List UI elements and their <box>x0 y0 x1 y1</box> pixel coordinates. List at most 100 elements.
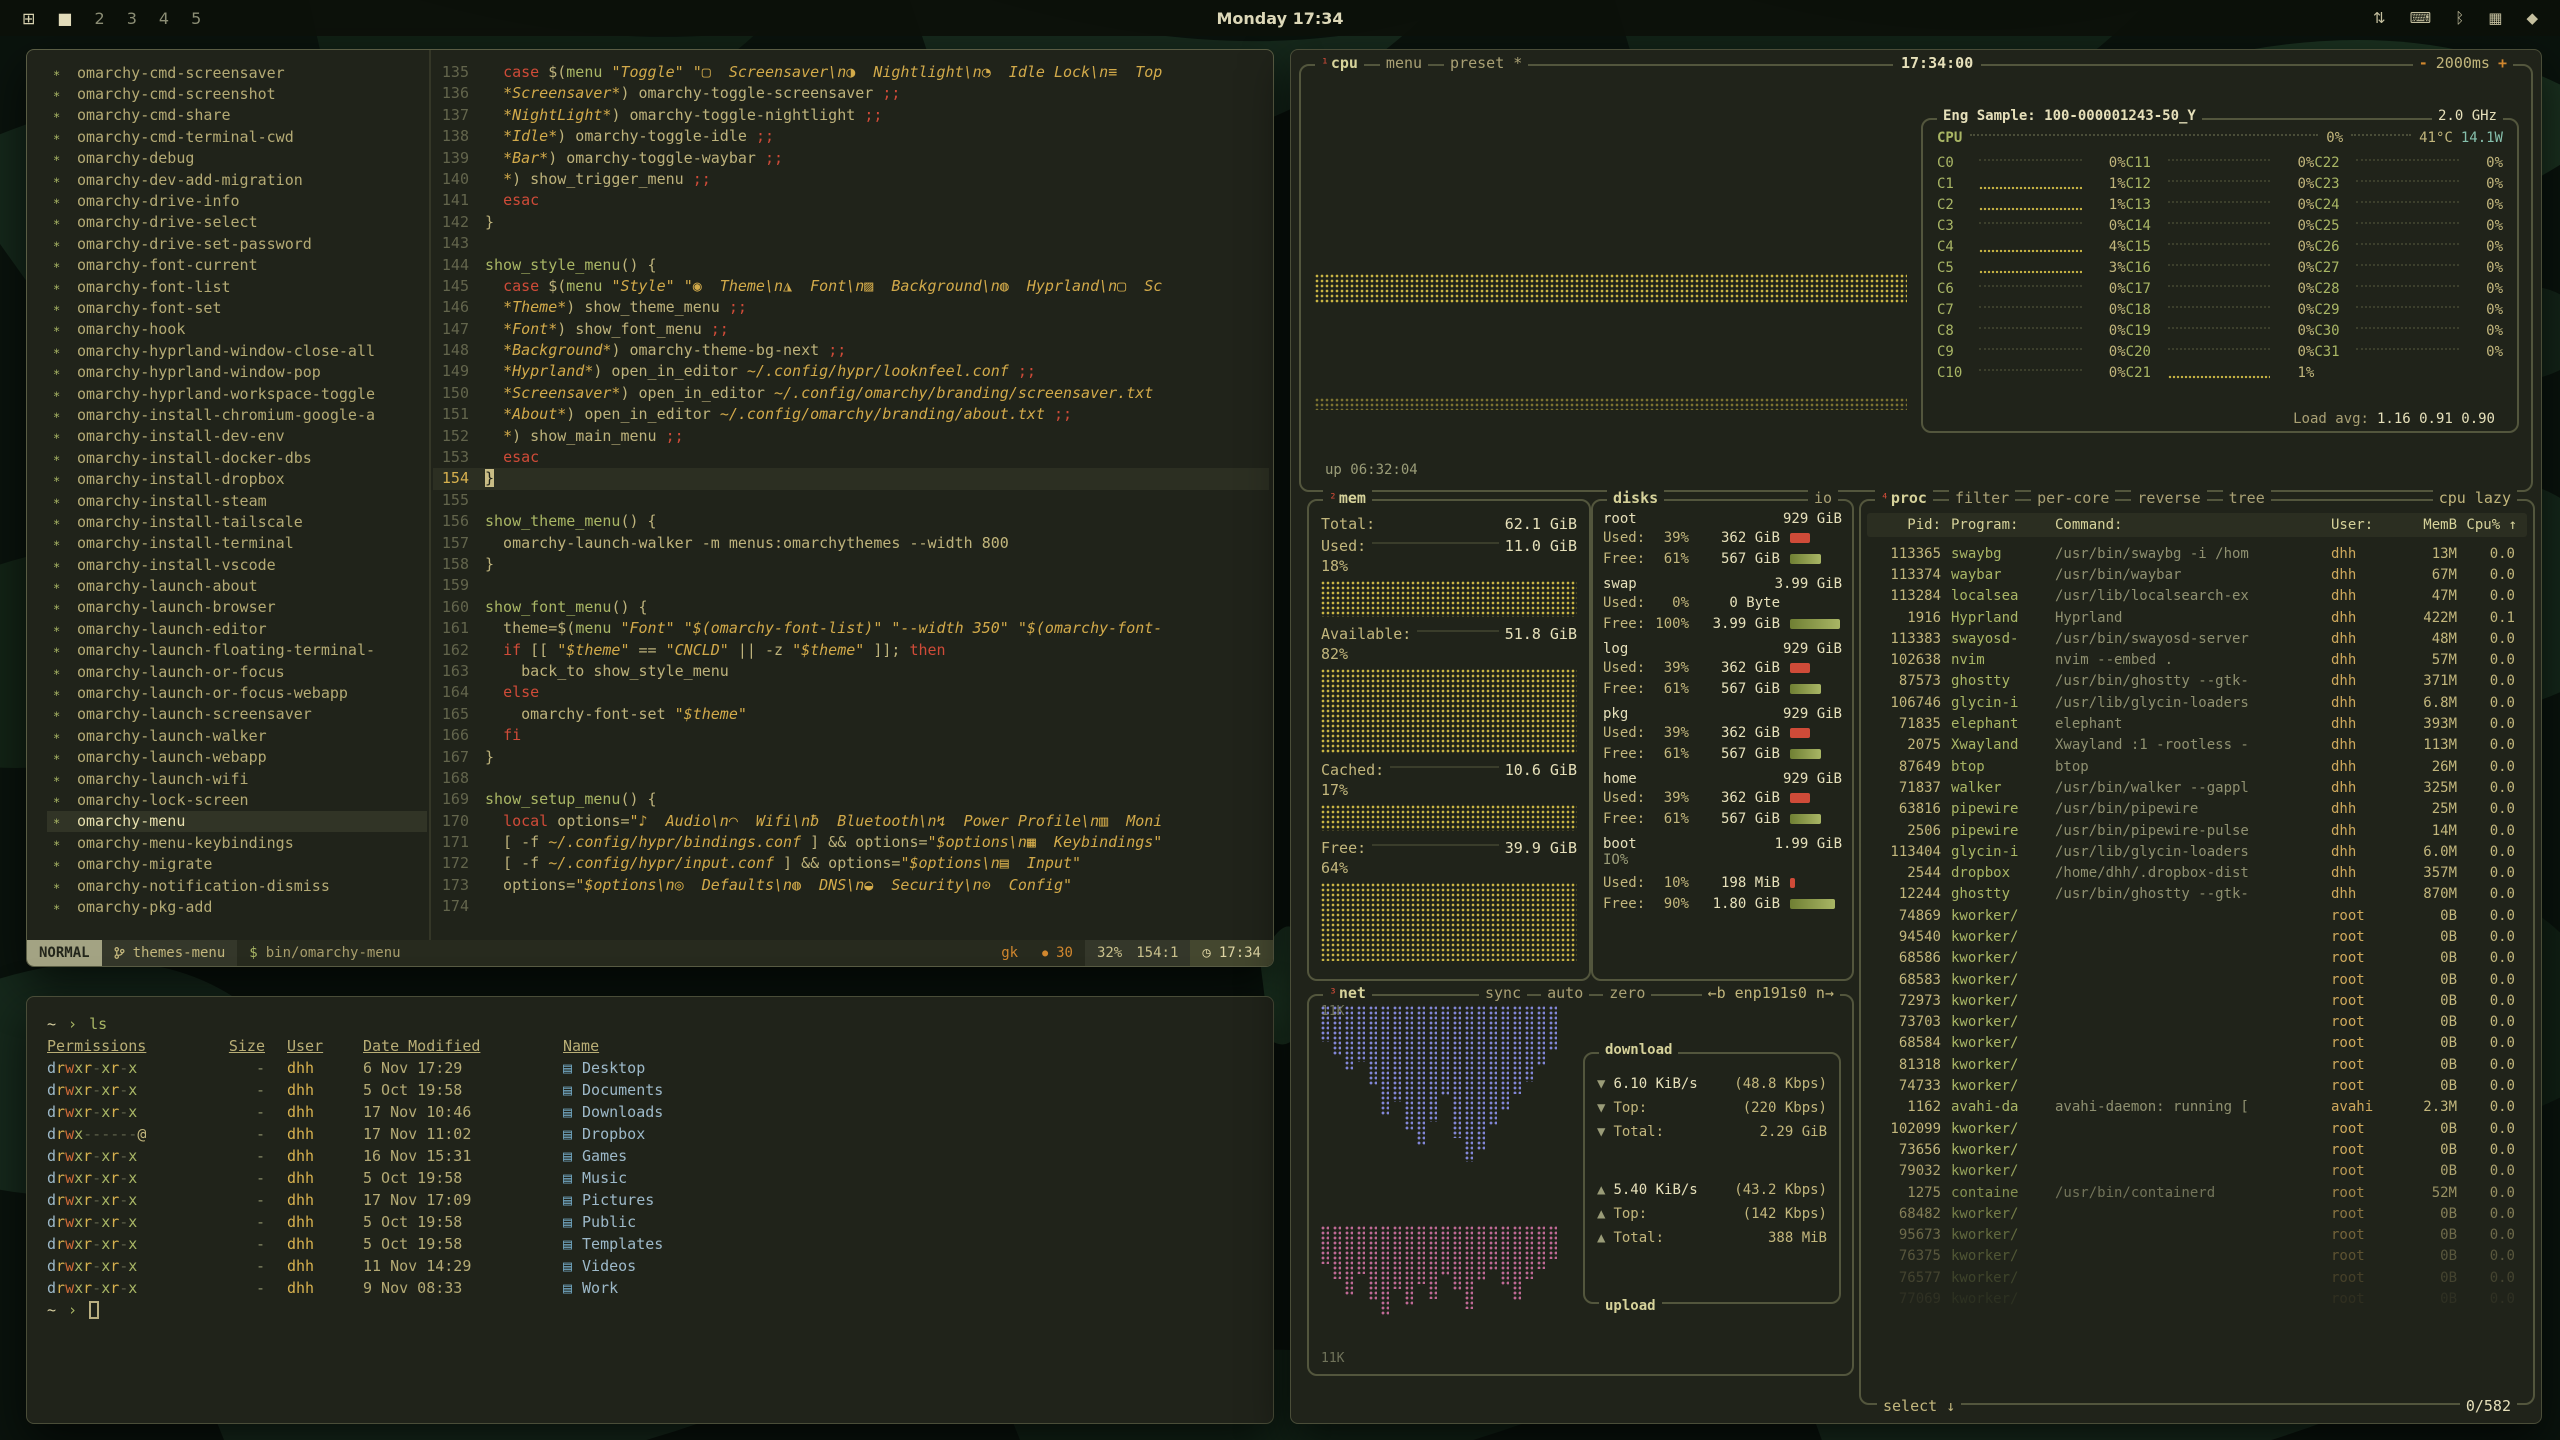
process-row[interactable]: 76577kworker/root0B0.0 <box>1867 1267 2527 1288</box>
interval-decrease-button[interactable]: - <box>2419 54 2428 72</box>
auto-toggle[interactable]: auto <box>1541 984 1589 1002</box>
file-item[interactable]: ∗omarchy-hyprland-window-close-all <box>47 340 427 361</box>
code-editor[interactable]: 135 case $(menu "Toggle" "▢ Screensaver\… <box>433 62 1269 940</box>
process-row[interactable]: 76375kworker/root0B0.0 <box>1867 1246 2527 1267</box>
process-row[interactable]: 113374waybar/usr/bin/waybardhh67M0.0 <box>1867 564 2527 585</box>
process-row[interactable]: 113404glycin-i/usr/lib/glycin-loadersdhh… <box>1867 841 2527 862</box>
file-item[interactable]: ∗omarchy-drive-select <box>47 212 427 233</box>
reverse-toggle[interactable]: reverse <box>2131 489 2206 507</box>
process-row[interactable]: 68586kworker/root0B0.0 <box>1867 948 2527 969</box>
file-item[interactable]: ∗omarchy-font-list <box>47 276 427 297</box>
file-item[interactable]: ∗omarchy-hyprland-window-pop <box>47 361 427 382</box>
file-item[interactable]: ∗omarchy-launch-editor <box>47 618 427 639</box>
process-row[interactable]: 113365swaybg/usr/bin/swaybg -i /homdhh13… <box>1867 543 2527 564</box>
process-row[interactable]: 113284localsea/usr/lib/localsearch-exdhh… <box>1867 586 2527 607</box>
file-item[interactable]: ∗omarchy-launch-or-focus-webapp <box>47 682 427 703</box>
process-row[interactable]: 102638nvimnvim --embed .dhh57M0.0 <box>1867 649 2527 670</box>
file-item[interactable]: ∗omarchy-launch-screensaver <box>47 704 427 725</box>
file-item[interactable]: ∗omarchy-launch-wifi <box>47 768 427 789</box>
file-item[interactable]: ∗omarchy-cmd-terminal-cwd <box>47 126 427 147</box>
process-row[interactable]: 81318kworker/root0B0.0 <box>1867 1054 2527 1075</box>
workspace-button[interactable]: 2 <box>95 9 105 28</box>
process-row[interactable]: 68584kworker/root0B0.0 <box>1867 1033 2527 1054</box>
io-tab[interactable]: io <box>1808 489 1838 507</box>
filter-button[interactable]: filter <box>1949 489 2015 507</box>
process-row[interactable]: 1275containe/usr/bin/containerdroot52M0.… <box>1867 1182 2527 1203</box>
file-item[interactable]: ∗omarchy-notification-dismiss <box>47 875 427 896</box>
process-row[interactable]: 77069kworker/root0B0.0 <box>1867 1288 2527 1309</box>
file-item[interactable]: ∗omarchy-launch-floating-terminal- <box>47 640 427 661</box>
process-row[interactable]: 95673kworker/root0B0.0 <box>1867 1225 2527 1246</box>
process-row[interactable]: 2544dropbox/home/dhh/.dropbox-distdhh357… <box>1867 862 2527 883</box>
process-row[interactable]: 71837walker/usr/bin/walker --gappldhh325… <box>1867 777 2527 798</box>
disks-tab[interactable]: disks <box>1607 489 1664 507</box>
pane-divider[interactable] <box>429 50 431 940</box>
process-row[interactable]: 12244ghostty/usr/bin/ghostty --gtk-dhh87… <box>1867 884 2527 905</box>
process-row[interactable]: 73656kworker/root0B0.0 <box>1867 1139 2527 1160</box>
preset-button[interactable]: preset * <box>1444 54 1528 72</box>
process-row[interactable]: 87649btopbtopdhh26M0.0 <box>1867 756 2527 777</box>
workspace-button[interactable]: 5 <box>191 9 201 28</box>
file-item[interactable]: ∗omarchy-menu-keybindings <box>47 832 427 853</box>
process-row[interactable]: 73703kworker/root0B0.0 <box>1867 1012 2527 1033</box>
file-item[interactable]: ∗omarchy-install-chromium-google-a <box>47 404 427 425</box>
file-item[interactable]: ∗omarchy-drive-info <box>47 190 427 211</box>
file-item[interactable]: ∗omarchy-font-set <box>47 297 427 318</box>
file-item[interactable]: ∗omarchy-migrate <box>47 853 427 874</box>
process-row[interactable]: 79032kworker/root0B0.0 <box>1867 1161 2527 1182</box>
process-row[interactable]: 74869kworker/root0B0.0 <box>1867 905 2527 926</box>
interval-increase-button[interactable]: + <box>2498 54 2507 72</box>
workspace-active-icon[interactable]: ■ <box>57 9 72 28</box>
prompt-line[interactable]: ~ › <box>47 1299 1253 1321</box>
file-item[interactable]: ∗omarchy-debug <box>47 148 427 169</box>
network-traffic-icon[interactable]: ⇅ <box>2373 9 2386 27</box>
process-row[interactable]: 94540kworker/root0B0.0 <box>1867 926 2527 947</box>
keyboard-layout-icon[interactable]: ⌨ <box>2410 9 2432 27</box>
terminal-body[interactable]: ~ › ls Permissions Size User Date Modifi… <box>27 997 1273 1337</box>
file-item[interactable]: ∗omarchy-pkg-add <box>47 896 427 917</box>
per-core-toggle[interactable]: per-core <box>2031 489 2115 507</box>
process-row[interactable]: 1916HyprlandHyprlanddhh422M0.1 <box>1867 607 2527 628</box>
process-row[interactable]: 113383swayosd-/usr/bin/swayosd-serverdhh… <box>1867 628 2527 649</box>
tree-toggle[interactable]: tree <box>2223 489 2271 507</box>
file-item[interactable]: ∗omarchy-font-current <box>47 255 427 276</box>
omarchy-logo-icon[interactable]: ⊞ <box>22 9 35 28</box>
file-item[interactable]: ∗omarchy-menu <box>47 811 427 832</box>
file-item[interactable]: ∗omarchy-install-dropbox <box>47 468 427 489</box>
process-row[interactable]: 68482kworker/root0B0.0 <box>1867 1203 2527 1224</box>
process-row[interactable]: 87573ghostty/usr/bin/ghostty --gtk-dhh37… <box>1867 671 2527 692</box>
process-row[interactable]: 106746glycin-i/usr/lib/glycin-loadersdhh… <box>1867 692 2527 713</box>
file-item[interactable]: ∗omarchy-hook <box>47 319 427 340</box>
file-item[interactable]: ∗omarchy-dev-add-migration <box>47 169 427 190</box>
battery-icon[interactable]: ◆ <box>2526 9 2538 27</box>
file-item[interactable]: ∗omarchy-launch-walker <box>47 725 427 746</box>
file-item[interactable]: ∗omarchy-install-docker-dbs <box>47 447 427 468</box>
process-row[interactable]: 71835elephantelephantdhh393M0.0 <box>1867 713 2527 734</box>
file-item[interactable]: ∗omarchy-cmd-screenshot <box>47 83 427 104</box>
select-hint[interactable]: select ↓ <box>1877 1397 1961 1415</box>
file-item[interactable]: ∗omarchy-lock-screen <box>47 789 427 810</box>
workspace-button[interactable]: 4 <box>159 9 169 28</box>
menu-button[interactable]: menu <box>1380 54 1428 72</box>
file-item[interactable]: ∗omarchy-launch-webapp <box>47 747 427 768</box>
file-item[interactable]: ∗omarchy-hyprland-workspace-toggle <box>47 383 427 404</box>
file-item[interactable]: ∗omarchy-cmd-screensaver <box>47 62 427 83</box>
process-row[interactable]: 68583kworker/root0B0.0 <box>1867 969 2527 990</box>
file-item[interactable]: ∗omarchy-install-tailscale <box>47 511 427 532</box>
file-item[interactable]: ∗omarchy-install-terminal <box>47 533 427 554</box>
file-item[interactable]: ∗omarchy-launch-or-focus <box>47 661 427 682</box>
sort-mode-selector[interactable]: cpu lazy <box>2433 489 2517 507</box>
process-column-headers[interactable]: Pid: Program: Command: User: MemB Cpu% ↑ <box>1867 513 2527 537</box>
file-item[interactable]: ∗omarchy-launch-browser <box>47 597 427 618</box>
file-item[interactable]: ∗omarchy-drive-set-password <box>47 233 427 254</box>
file-item[interactable]: ∗omarchy-launch-about <box>47 575 427 596</box>
interface-selector[interactable]: ←b enp191s0 n→ <box>1702 984 1840 1002</box>
apps-icon[interactable]: ▦ <box>2488 9 2502 27</box>
process-row[interactable]: 1162avahi-daavahi-daemon: running [avahi… <box>1867 1097 2527 1118</box>
process-row[interactable]: 72973kworker/root0B0.0 <box>1867 990 2527 1011</box>
process-row[interactable]: 63816pipewire/usr/bin/pipewiredhh25M0.0 <box>1867 799 2527 820</box>
process-row[interactable]: 2506pipewire/usr/bin/pipewire-pulsedhh14… <box>1867 820 2527 841</box>
process-row[interactable]: 2075XwaylandXwayland :1 -rootless -dhh11… <box>1867 735 2527 756</box>
process-row[interactable]: 74733kworker/root0B0.0 <box>1867 1075 2527 1096</box>
process-row[interactable]: 102099kworker/root0B0.0 <box>1867 1118 2527 1139</box>
